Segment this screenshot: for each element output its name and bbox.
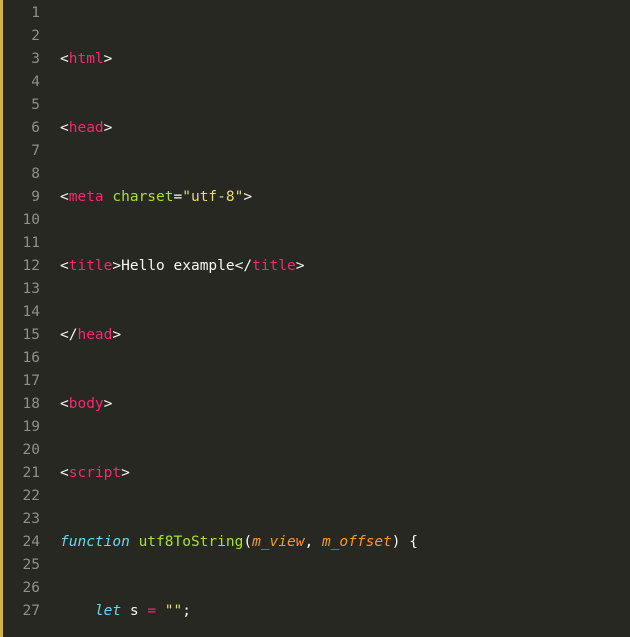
code-area[interactable]: <html> <head> <meta charset="utf-8"> <ti… <box>48 0 558 637</box>
line-number: 5 <box>10 94 48 117</box>
line-number: 1 <box>10 2 48 25</box>
line-number: 4 <box>10 71 48 94</box>
line-number: 15 <box>10 324 48 347</box>
line-number: 27 <box>10 600 48 623</box>
line-number: 7 <box>10 140 48 163</box>
line-number: 9 <box>10 186 48 209</box>
line-number: 12 <box>10 255 48 278</box>
code-line[interactable]: <head> <box>60 117 558 140</box>
code-editor[interactable]: 1 2 3 4 5 6 7 8 9 10 11 12 13 14 15 16 1… <box>0 0 630 637</box>
line-number: 25 <box>10 554 48 577</box>
code-line[interactable]: <html> <box>60 48 558 71</box>
line-number: 16 <box>10 347 48 370</box>
line-number: 24 <box>10 531 48 554</box>
line-number: 8 <box>10 163 48 186</box>
code-line[interactable]: let s = ""; <box>60 600 558 623</box>
code-line[interactable]: </head> <box>60 324 558 347</box>
line-number: 19 <box>10 416 48 439</box>
code-line[interactable]: <title>Hello example</title> <box>60 255 558 278</box>
line-number: 23 <box>10 508 48 531</box>
line-number: 2 <box>10 25 48 48</box>
line-number: 22 <box>10 485 48 508</box>
line-number: 6 <box>10 117 48 140</box>
line-number: 18 <box>10 393 48 416</box>
code-line[interactable]: <body> <box>60 393 558 416</box>
line-number: 21 <box>10 462 48 485</box>
code-line[interactable]: function utf8ToString(m_view, m_offset) … <box>60 531 558 554</box>
line-number: 26 <box>10 577 48 600</box>
code-line[interactable]: <meta charset="utf-8"> <box>60 186 558 209</box>
line-number: 13 <box>10 278 48 301</box>
line-number: 3 <box>10 48 48 71</box>
line-number: 20 <box>10 439 48 462</box>
line-number-gutter: 1 2 3 4 5 6 7 8 9 10 11 12 13 14 15 16 1… <box>0 0 48 637</box>
git-modified-stripe <box>0 0 3 637</box>
line-number: 17 <box>10 370 48 393</box>
line-number: 14 <box>10 301 48 324</box>
code-line[interactable]: <script> <box>60 462 558 485</box>
line-number: 10 <box>10 209 48 232</box>
line-number: 11 <box>10 232 48 255</box>
